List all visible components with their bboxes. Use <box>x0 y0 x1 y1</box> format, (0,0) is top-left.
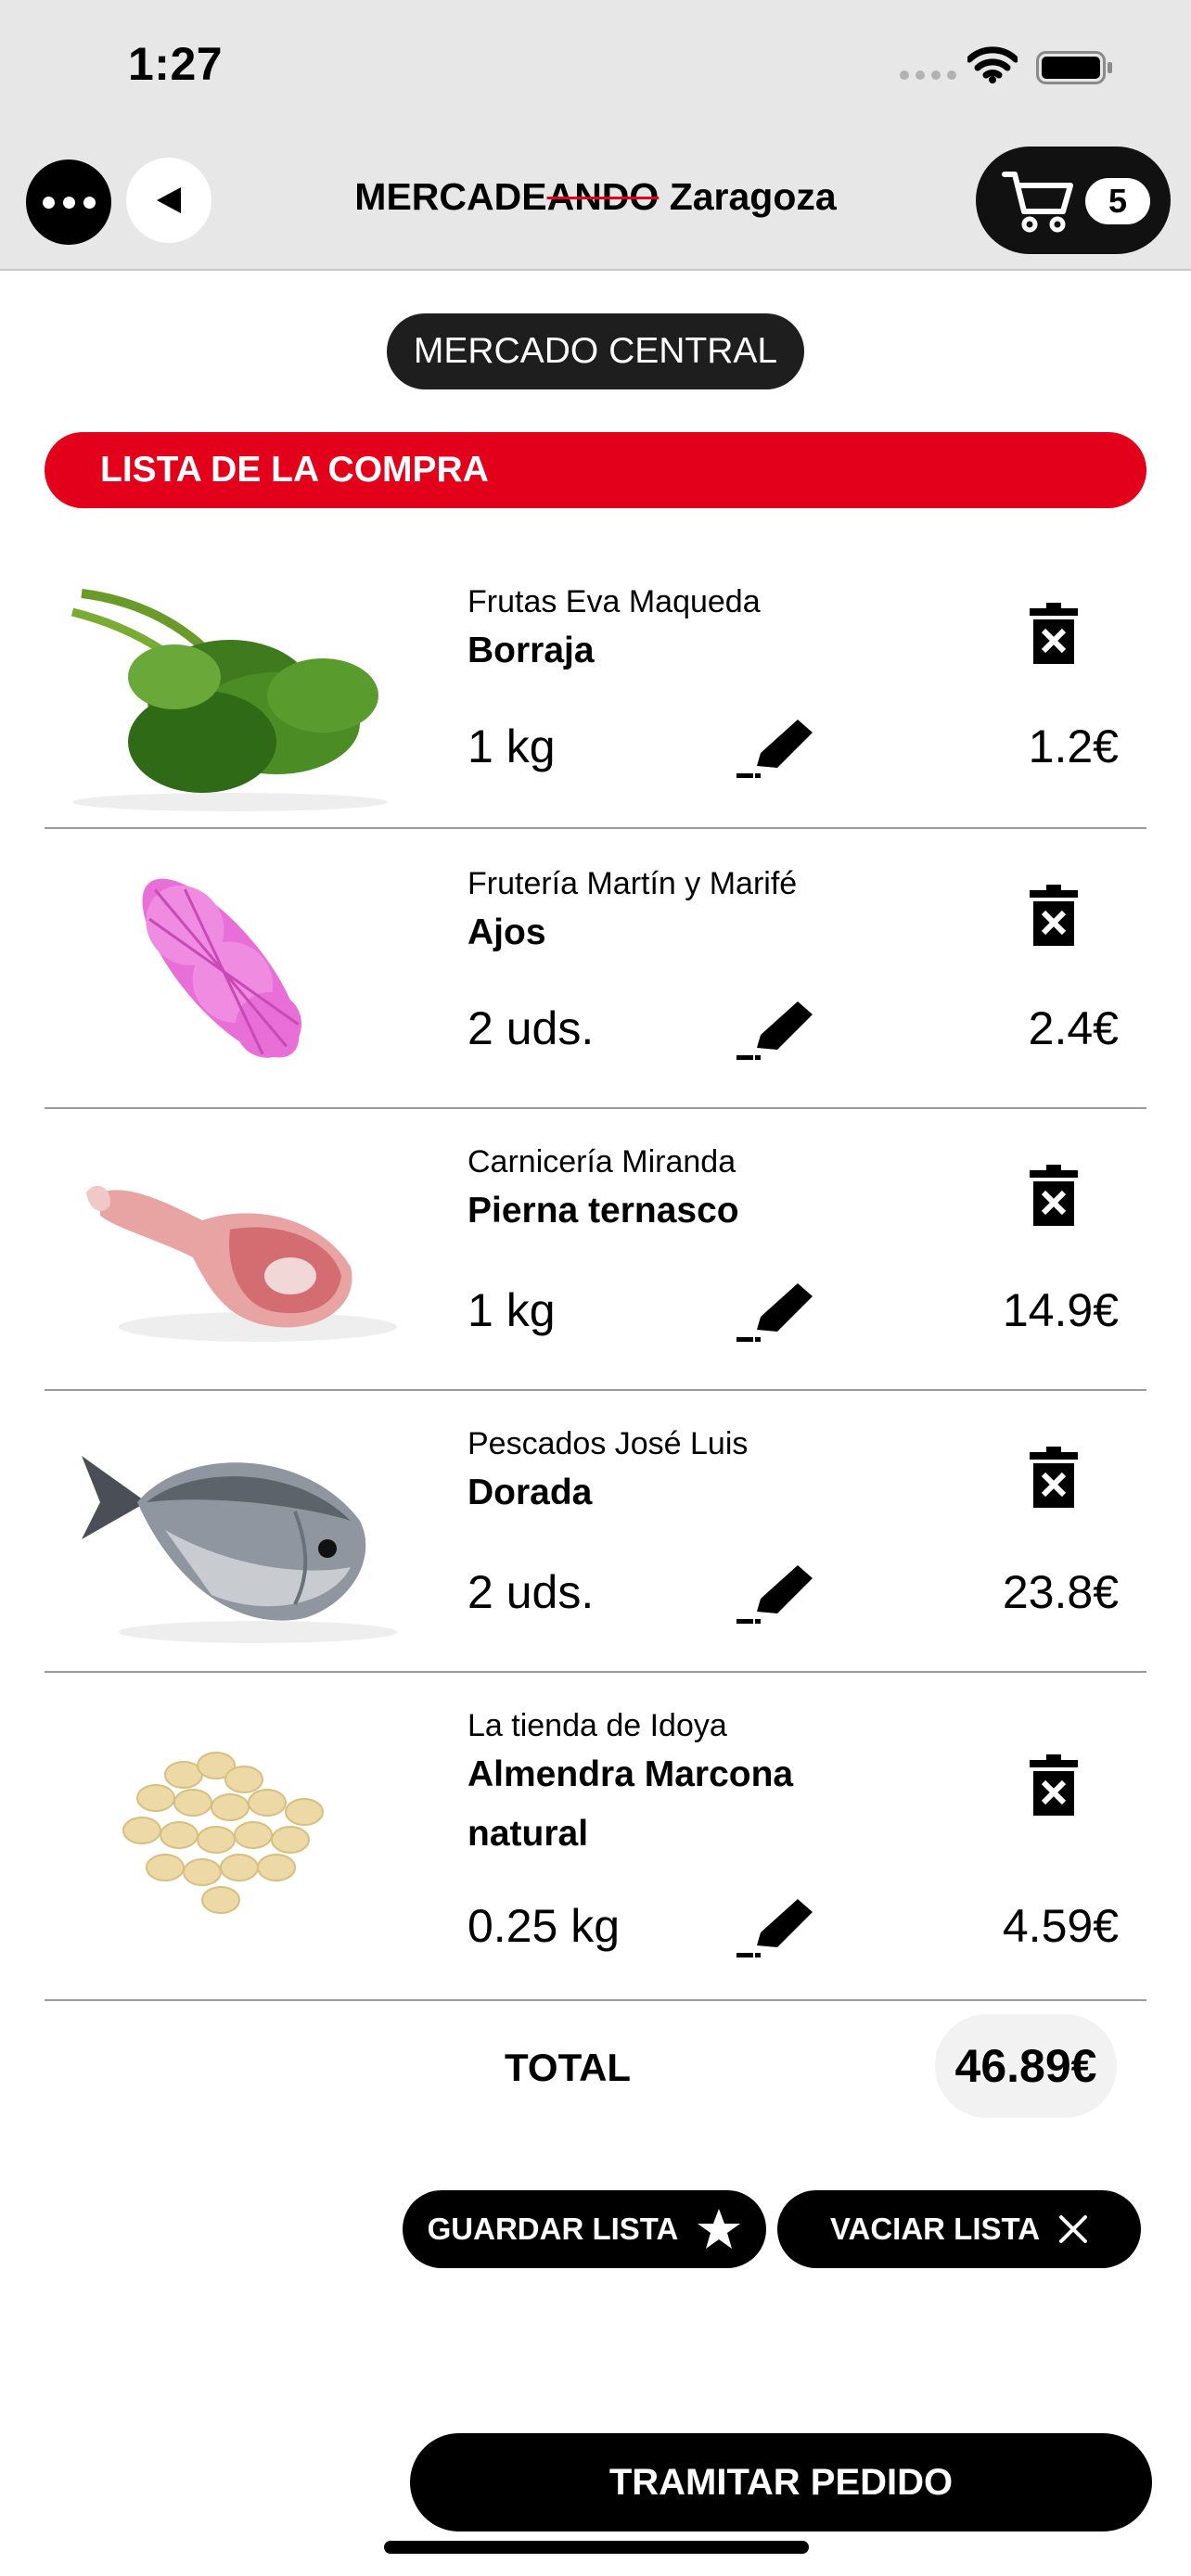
battery-icon <box>1036 51 1112 84</box>
home-indicator <box>384 2541 809 2554</box>
close-icon <box>1059 2215 1088 2243</box>
list-item: Frutas Eva Maqueda Borraja 1 kg 1.2€ <box>45 547 1146 829</box>
product-image-dorada <box>82 1456 397 1643</box>
list-item: La tienda de Idoya Almendra Marcona natu… <box>45 1673 1146 2001</box>
item-price: 2.4€ <box>1028 1002 1119 1054</box>
product-image-ajos <box>142 878 302 1058</box>
total-value: 46.89€ <box>935 2014 1117 2118</box>
edit-quantity-icon[interactable] <box>733 1283 816 1348</box>
product-image-borraja <box>70 589 388 811</box>
product-image-pierna-ternasco <box>86 1185 397 1342</box>
item-price: 14.9€ <box>1002 1284 1119 1336</box>
item-quantity: 0.25 kg <box>467 1900 621 1952</box>
clear-list-label: VACIAR LISTA <box>829 2212 1041 2246</box>
item-name: Ajos <box>467 912 546 952</box>
edit-quantity-icon[interactable] <box>733 1565 816 1630</box>
list-item: Frutería Martín y Marifé Ajos 2 uds. 2.4… <box>45 829 1146 1109</box>
wifi-icon <box>967 46 1018 83</box>
edit-quantity-icon[interactable] <box>733 720 816 784</box>
save-list-label: GUARDAR LISTA <box>427 2212 679 2246</box>
market-selector[interactable]: MERCADO CENTRAL <box>387 313 804 389</box>
list-item: Carnicería Miranda Pierna ternasco 1 kg … <box>45 1109 1146 1391</box>
item-shop: Frutas Eva Maqueda <box>467 584 761 619</box>
clear-list-button[interactable]: VACIAR LISTA <box>777 2190 1141 2268</box>
delete-item-icon[interactable] <box>1028 885 1080 946</box>
list-title-banner: LISTA DE LA COMPRA <box>45 432 1146 508</box>
total-label: TOTAL <box>505 2046 632 2089</box>
item-name: Dorada <box>467 1473 593 1512</box>
item-name: Pierna ternasco <box>467 1191 739 1231</box>
delete-item-icon[interactable] <box>1028 1165 1080 1226</box>
cart-button[interactable]: 5 <box>976 147 1171 254</box>
item-price: 4.59€ <box>1002 1900 1119 1952</box>
item-shop: Frutería Martín y Marifé <box>467 866 798 901</box>
item-quantity: 1 kg <box>467 721 556 772</box>
product-image-almendra <box>122 1752 324 1914</box>
delete-item-icon[interactable] <box>1028 1754 1080 1816</box>
title-prefix: MERCADE <box>354 175 547 218</box>
item-quantity: 1 kg <box>467 1284 556 1336</box>
cellular-signal-icon <box>900 70 956 80</box>
item-shop: La tienda de Idoya <box>467 1708 727 1743</box>
item-name: Almendra Marcona natural <box>467 1754 794 1854</box>
cart-count-badge: 5 <box>1085 178 1150 224</box>
title-strike: ANDO <box>546 175 660 218</box>
item-price: 1.2€ <box>1028 721 1119 772</box>
item-quantity: 2 uds. <box>467 1002 595 1054</box>
status-time: 1:27 <box>128 38 224 90</box>
item-price: 23.8€ <box>1002 1566 1119 1618</box>
item-shop: Carnicería Miranda <box>467 1144 736 1180</box>
item-shop: Pescados José Luis <box>467 1426 749 1461</box>
delete-item-icon[interactable] <box>1028 603 1080 664</box>
item-quantity: 2 uds. <box>467 1566 595 1618</box>
divider <box>45 1999 1146 2001</box>
shopping-cart-icon <box>1002 172 1073 233</box>
star-icon <box>698 2209 741 2249</box>
title-suffix: Zaragoza <box>659 175 837 218</box>
checkout-button[interactable]: TRAMITAR PEDIDO <box>410 2433 1152 2531</box>
edit-quantity-icon[interactable] <box>733 1899 816 1964</box>
item-name: Borraja <box>467 631 595 670</box>
list-item: Pescados José Luis Dorada 2 uds. 23.8€ <box>45 1391 1146 1673</box>
delete-item-icon[interactable] <box>1028 1447 1080 1508</box>
edit-quantity-icon[interactable] <box>733 1001 816 1066</box>
save-list-button[interactable]: GUARDAR LISTA <box>403 2190 766 2268</box>
